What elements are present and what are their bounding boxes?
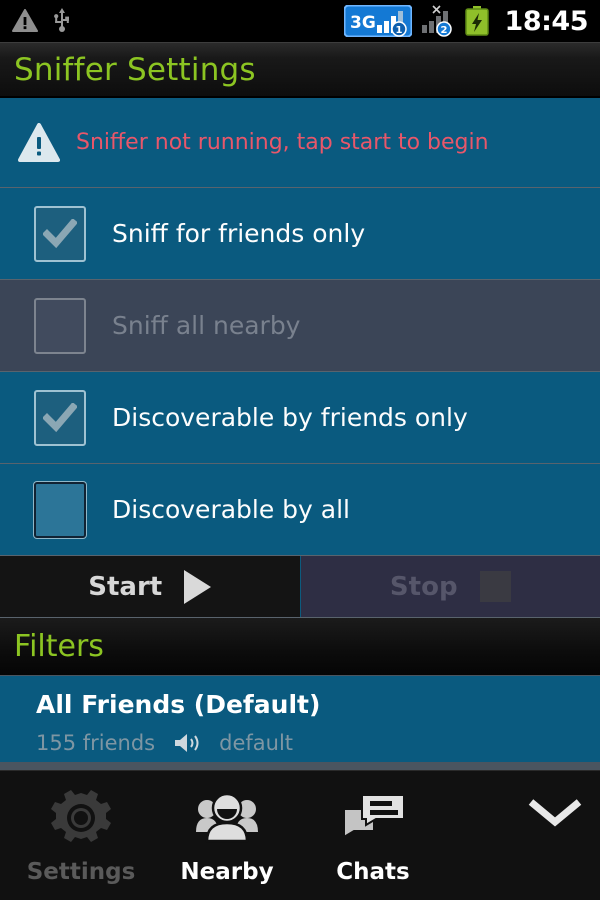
- checkbox-discoverable-by-all[interactable]: [34, 481, 86, 538]
- filter-subtitle: 155 friends default: [36, 731, 600, 755]
- checkbox-sniff-friends-only[interactable]: [34, 205, 86, 262]
- usb-icon: [54, 8, 69, 32]
- nav-item-settings[interactable]: Settings: [8, 771, 154, 900]
- play-icon: [184, 569, 212, 604]
- signal-3g-sim1-icon: 3G 1: [343, 5, 412, 37]
- stop-button-label: Stop: [389, 571, 458, 602]
- nav-item-chats[interactable]: Chats: [300, 771, 446, 900]
- status-bar-right-icons: 3G 1 2 18:45: [343, 5, 589, 37]
- option-label-discoverable-by-all: Discoverable by all: [112, 495, 351, 524]
- option-row-discoverable-friends-only[interactable]: Discoverable by friends only: [0, 372, 600, 464]
- option-row-sniff-all-nearby: Sniff all nearby: [0, 280, 600, 372]
- svg-text:1: 1: [395, 25, 402, 36]
- collapse-navbar-button[interactable]: [510, 771, 600, 900]
- option-label-discoverable-friends-only: Discoverable by friends only: [112, 403, 468, 432]
- nav-label-chats: Chats: [336, 858, 410, 885]
- bottom-navigation-bar: Settings Nearby Chats: [0, 770, 600, 900]
- svg-text:2: 2: [440, 25, 447, 36]
- option-label-sniff-friends-only: Sniff for friends only: [112, 219, 366, 248]
- nav-label-nearby: Nearby: [180, 858, 274, 885]
- people-group-icon: [196, 792, 258, 842]
- phone-screen: 3G 1 2 18:45 Sniffer Settings Sniffer no…: [0, 0, 600, 900]
- start-button[interactable]: Start: [0, 556, 300, 617]
- nav-label-settings: Settings: [26, 858, 136, 885]
- sniffer-status-warning-row: Sniffer not running, tap start to begin: [0, 98, 600, 188]
- checkmark-icon: [43, 402, 77, 432]
- option-row-discoverable-by-all[interactable]: Discoverable by all: [0, 464, 600, 556]
- screen-title-bar: Sniffer Settings: [0, 42, 600, 98]
- filter-title: All Friends (Default): [36, 690, 321, 719]
- battery-charging-icon: [464, 6, 489, 36]
- gear-icon: [51, 789, 111, 842]
- settings-list: Sniffer not running, tap start to begin …: [0, 98, 600, 762]
- chevron-down-icon: [528, 798, 582, 827]
- section-header-filters: Filters: [0, 618, 600, 676]
- sniffer-status-message: Sniffer not running, tap start to begin: [76, 130, 489, 155]
- sniffer-controls: Start Stop: [0, 556, 600, 618]
- status-bar-left-icons: [12, 8, 72, 34]
- option-label-sniff-all-nearby: Sniff all nearby: [112, 311, 301, 340]
- stop-button: Stop: [299, 556, 600, 617]
- signal-sim2-no-service-icon: 2: [421, 5, 452, 37]
- checkbox-discoverable-friends-only[interactable]: [34, 389, 86, 446]
- filter-sound-name: default: [219, 731, 294, 755]
- speaker-icon: [175, 734, 199, 752]
- svg-text:3G: 3G: [350, 13, 376, 33]
- start-button-label: Start: [88, 571, 163, 602]
- status-bar: 3G 1 2 18:45: [0, 0, 600, 42]
- warning-icon: [12, 9, 38, 32]
- alert-triangle-icon: [18, 122, 60, 162]
- checkmark-icon: [43, 218, 77, 248]
- chat-bubbles-icon: [343, 793, 405, 839]
- filter-list-item[interactable]: All Friends (Default) 155 friends defaul…: [0, 676, 600, 762]
- stop-square-icon: [479, 571, 511, 602]
- status-bar-clock: 18:45: [504, 5, 589, 37]
- filter-friend-count: 155 friends: [36, 731, 156, 755]
- page-title: Sniffer Settings: [14, 51, 256, 88]
- section-header-filters-label: Filters: [14, 629, 104, 664]
- option-row-sniff-friends-only[interactable]: Sniff for friends only: [0, 188, 600, 280]
- nav-item-nearby[interactable]: Nearby: [154, 771, 300, 900]
- checkbox-sniff-all-nearby: [34, 297, 86, 354]
